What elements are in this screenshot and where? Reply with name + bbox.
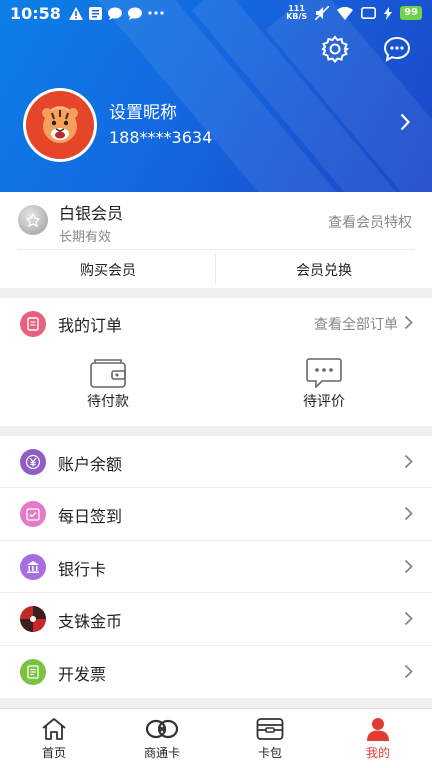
nav-mine[interactable]: 我的 — [324, 709, 432, 768]
calendar-check-icon — [20, 501, 46, 528]
view-all-orders-arrow[interactable] — [404, 315, 413, 334]
membership-card: 白银会员 长期有效 查看会员特权 购买会员 会员兑换 — [0, 192, 432, 288]
invoice-icon — [20, 658, 46, 685]
gold-coin-item[interactable]: 支铢金币 — [0, 593, 432, 646]
settings-button[interactable] — [318, 32, 352, 66]
chevron-right-icon — [404, 315, 413, 330]
chevron-right-icon — [404, 454, 413, 469]
view-privileges-link[interactable]: 查看会员特权 — [328, 212, 412, 232]
tiger-face-icon — [42, 108, 78, 143]
nav-label: 商通卡 — [143, 746, 180, 760]
divider — [18, 249, 414, 250]
warning-icon — [68, 6, 83, 20]
daily-checkin-item[interactable]: 每日签到 — [0, 488, 432, 541]
message-icon — [127, 7, 142, 20]
gear-icon — [321, 35, 349, 63]
silver-badge-icon — [18, 205, 48, 235]
pending-review-button[interactable]: 待评价 — [279, 358, 369, 411]
user-icon — [367, 718, 389, 741]
nav-label: 卡包 — [257, 746, 282, 760]
orders-title: 我的订单 — [58, 316, 123, 335]
profile-header: 10:58 111 KB/S 99 设置昵称 188****3634 — [0, 0, 432, 192]
bottom-navigation: 首页 商通卡 卡包 我的 — [0, 708, 432, 768]
mute-icon — [315, 6, 330, 20]
order-list-icon — [20, 311, 46, 337]
more-dots-icon — [148, 11, 164, 15]
profile-detail-button[interactable] — [400, 113, 411, 135]
list-item-label: 每日签到 — [58, 507, 123, 527]
membership-level: 白银会员 — [59, 204, 124, 223]
orders-section: 我的订单 查看全部订单 待付款 待评价 — [0, 298, 432, 426]
message-icon — [107, 7, 122, 20]
nav-card-wallet[interactable]: 卡包 — [216, 709, 324, 768]
status-time: 10:58 — [10, 3, 61, 23]
chevron-right-icon — [404, 612, 413, 626]
wallet-icon — [90, 359, 126, 388]
notification-app-icon — [88, 6, 102, 20]
pending-payment-label: 待付款 — [87, 394, 129, 410]
chevron-right-icon — [404, 664, 413, 678]
list-item-label: 账户余额 — [58, 455, 123, 474]
phone-number: 188****3634 — [109, 128, 213, 147]
account-balance-item[interactable]: 账户余额 — [0, 436, 432, 489]
bank-icon — [20, 553, 46, 580]
avatar[interactable] — [23, 88, 97, 162]
pending-payment-button[interactable]: 待付款 — [63, 358, 153, 411]
chevron-right-icon — [400, 113, 411, 131]
menu-list: 账户余额 每日签到 银行卡 支铢金币 开发票 — [0, 436, 432, 698]
nav-merchant-card[interactable]: 商通卡 — [108, 709, 216, 768]
wifi-icon — [337, 6, 354, 20]
chevron-right-icon — [404, 559, 413, 573]
list-item-label: 开发票 — [58, 664, 107, 684]
nickname-label[interactable]: 设置昵称 — [109, 98, 177, 123]
chat-bubble-icon — [383, 36, 411, 62]
chevron-right-icon — [404, 507, 413, 521]
status-bar: 10:58 111 KB/S 99 — [0, 0, 432, 26]
nav-home[interactable]: 首页 — [0, 709, 108, 768]
card-wallet-icon — [256, 718, 284, 740]
nav-label: 首页 — [41, 746, 66, 760]
yuan-icon — [20, 449, 46, 475]
battery-indicator: 99 — [400, 6, 422, 20]
comment-icon — [306, 358, 342, 388]
tiger-avatar-image — [26, 91, 94, 159]
bank-card-item[interactable]: 银行卡 — [0, 541, 432, 594]
buy-membership-button[interactable]: 购买会员 — [0, 260, 216, 280]
view-all-orders-link[interactable]: 查看全部订单 — [314, 314, 398, 334]
card-link-icon — [145, 719, 179, 739]
list-item-label: 支铢金币 — [58, 612, 123, 632]
messages-button[interactable] — [380, 32, 414, 66]
coin-icon — [20, 606, 46, 633]
pending-review-label: 待评价 — [303, 394, 345, 410]
charging-icon — [384, 6, 393, 20]
home-icon — [42, 718, 66, 740]
redeem-membership-button[interactable]: 会员兑换 — [216, 260, 432, 280]
nav-label: 我的 — [365, 746, 390, 760]
membership-validity: 长期有效 — [59, 230, 112, 245]
invoice-item[interactable]: 开发票 — [0, 646, 432, 698]
screen-icon — [361, 7, 377, 19]
net-speed: 111 KB/S — [286, 4, 308, 21]
list-item-label: 银行卡 — [58, 559, 107, 579]
